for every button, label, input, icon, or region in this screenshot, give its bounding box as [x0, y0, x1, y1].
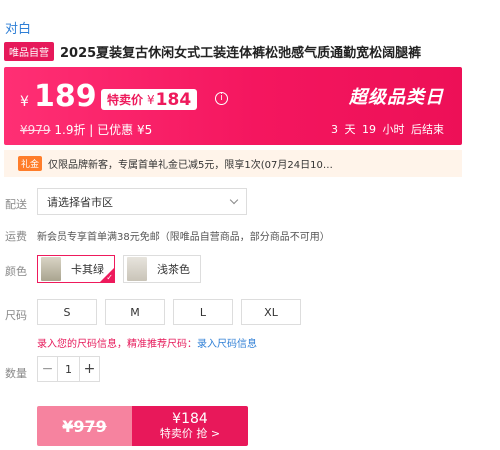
color-option-label: 浅茶色 [157, 263, 190, 276]
size-info-link[interactable]: 录入尺码信息 [197, 339, 257, 350]
special-price-tag: 特卖价 ¥ 184 [101, 89, 198, 110]
buy-original-price-block: ¥979 [37, 406, 132, 446]
quantity-decrease-button[interactable]: − [38, 357, 57, 381]
special-price-currency: ¥ [147, 92, 155, 107]
size-option-xl[interactable]: XL [241, 299, 301, 325]
price-subline: ¥979 1.9折 | 已优惠 ¥5 [20, 121, 152, 138]
color-option-khaki-green[interactable]: 卡其绿 ✓ [37, 255, 115, 283]
brand-link[interactable]: 对白 [5, 18, 31, 37]
vip-self-operated-badge: 唯品自营 [4, 42, 54, 61]
coupon-row[interactable]: 礼金 仅限品牌新客，专属首单礼金已减5元，限享1次(07月24日10… [4, 150, 462, 177]
price-currency: ¥ [20, 94, 29, 110]
size-label: 尺码 [5, 309, 27, 322]
quantity-input[interactable]: 1 [57, 357, 80, 381]
buy-original-price: ¥979 [62, 416, 107, 436]
region-select[interactable]: 请选择省市区 [37, 188, 247, 215]
buy-label: 特卖价 抢 > [159, 427, 221, 440]
shipping-text: 新会员专享首单满38元免邮（限唯品自营商品，部分商品不可用） [37, 232, 330, 243]
buy-button-area: ¥979 ¥184 特卖价 抢 > [37, 406, 248, 446]
coupon-badge: 礼金 [18, 156, 43, 171]
color-thumbnail [41, 257, 61, 281]
special-price-label: 特卖价 [107, 93, 144, 107]
color-option-light-tea[interactable]: 浅茶色 [123, 255, 201, 283]
buy-price: ¥184 [172, 411, 208, 427]
buy-now-button[interactable]: ¥184 特卖价 抢 > [132, 406, 248, 446]
quantity-increase-button[interactable]: + [80, 357, 99, 381]
size-option-m[interactable]: M [105, 299, 165, 325]
countdown-timer: 3 天 19 小时 后结束 [331, 123, 444, 136]
product-title: 2025夏装复古休闲女式工装连体裤松弛感气质通勤宽松阔腿裤 [60, 46, 422, 61]
product-title-row: 唯品自营 2025夏装复古休闲女式工装连体裤松弛感气质通勤宽松阔腿裤 [4, 42, 421, 61]
size-note-text: 录入您的尺码信息，精准推荐尺码： [37, 339, 197, 350]
chevron-down-icon [229, 195, 239, 205]
check-icon: ✓ [106, 273, 113, 282]
delivery-label: 配送 [5, 198, 27, 211]
quantity-label: 数量 [5, 367, 27, 380]
color-thumbnail [127, 257, 147, 281]
color-label: 颜色 [5, 265, 27, 278]
current-price: 189 [34, 79, 97, 114]
info-icon[interactable]: i [215, 92, 228, 105]
original-price: ¥979 [20, 123, 51, 137]
region-select-placeholder: 请选择省市区 [47, 195, 113, 209]
size-option-s[interactable]: S [37, 299, 97, 325]
shipping-label: 运费 [5, 230, 27, 243]
coupon-text: 仅限品牌新客，专属首单礼金已减5元，限享1次(07月24日10… [48, 160, 333, 171]
discount-text: 1.9折 | 已优惠 ¥5 [54, 123, 153, 137]
special-price-value: 184 [155, 89, 192, 110]
promo-title: 超级品类日 [349, 87, 444, 108]
size-note: 录入您的尺码信息，精准推荐尺码：录入尺码信息 [37, 335, 257, 350]
quantity-stepper: − 1 + [37, 356, 100, 382]
price-banner: ¥ 189 特卖价 ¥ 184 i ¥979 1.9折 | 已优惠 ¥5 超级品… [4, 67, 462, 145]
size-option-l[interactable]: L [173, 299, 233, 325]
